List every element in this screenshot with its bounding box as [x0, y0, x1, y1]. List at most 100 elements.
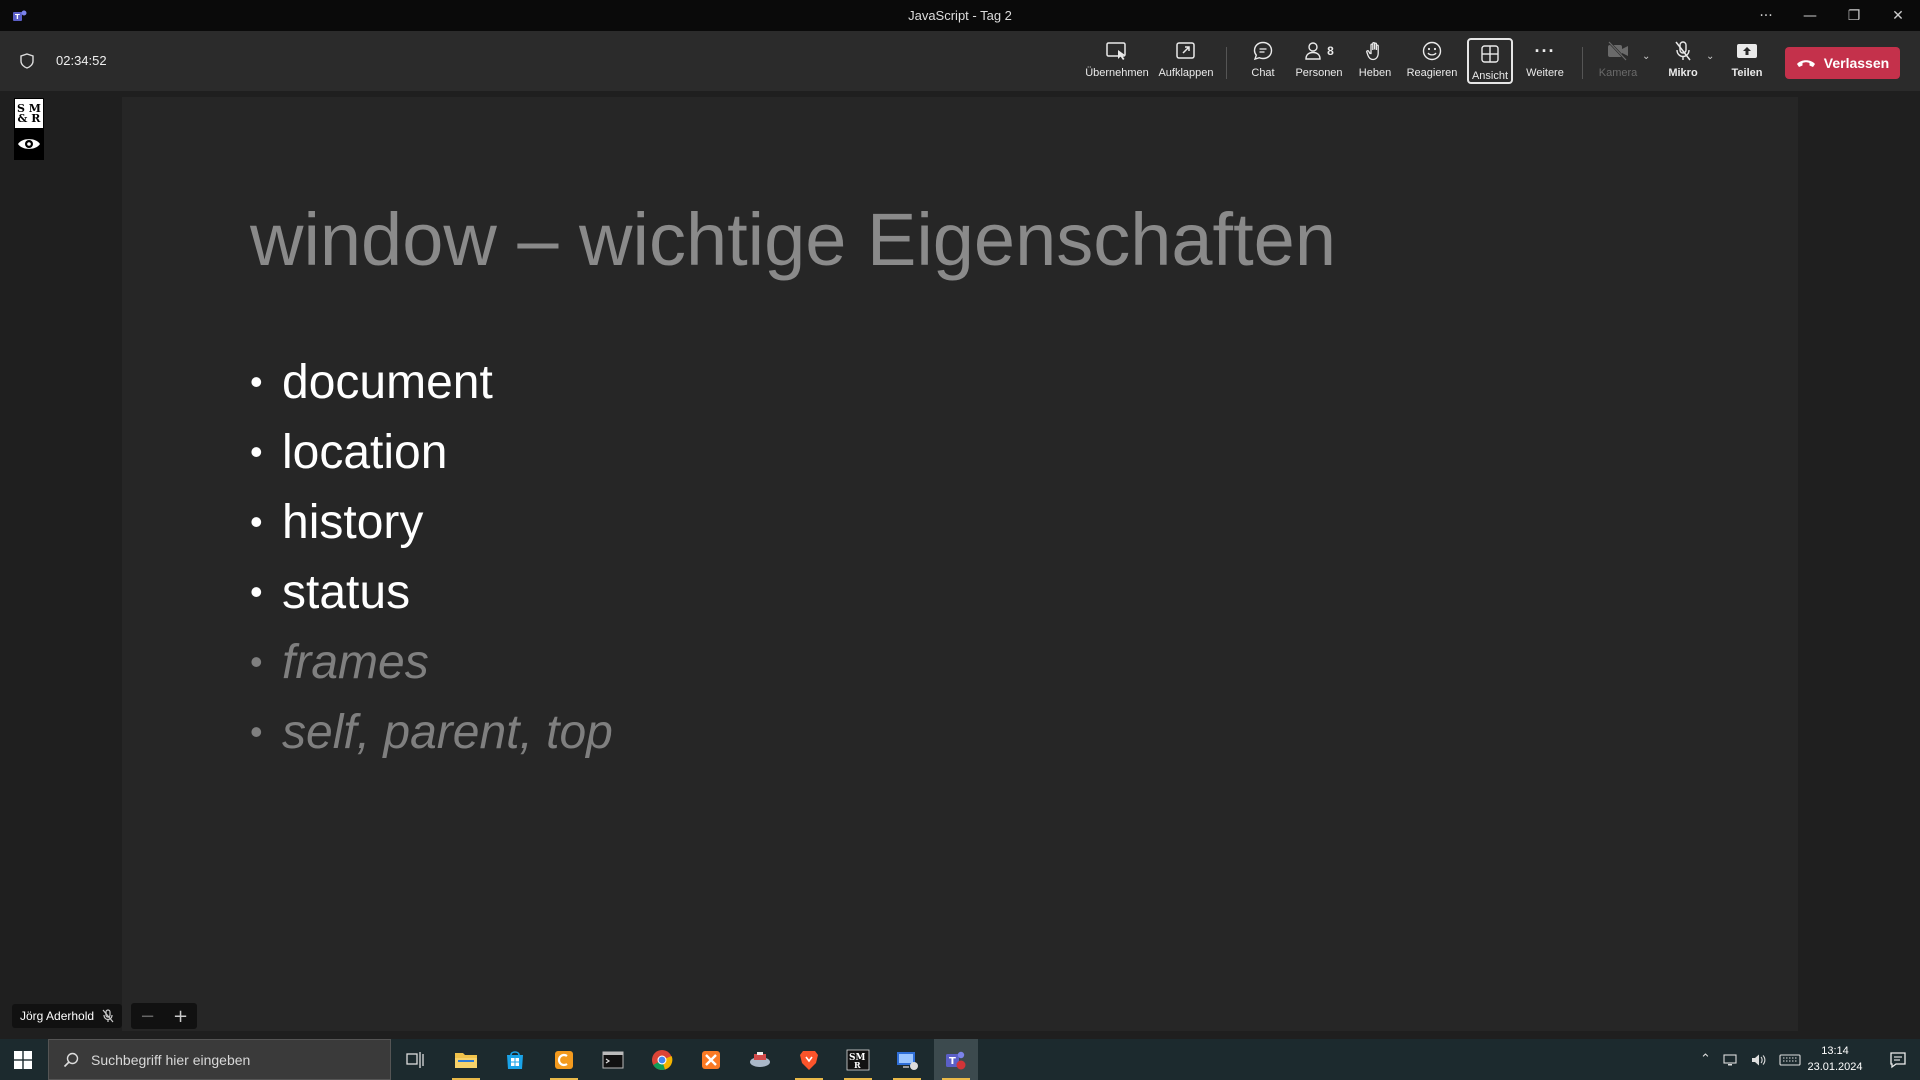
share-button[interactable]: Teilen: [1724, 37, 1770, 87]
remote-desktop-app[interactable]: [885, 1039, 929, 1080]
notification-center-button[interactable]: [1876, 1039, 1920, 1080]
raise-hand-icon: [1366, 41, 1379, 61]
window-title: JavaScript - Tag 2: [908, 8, 1012, 23]
close-button[interactable]: ✕: [1876, 0, 1920, 31]
bullet-text: document: [282, 355, 493, 409]
taskbar-search-box[interactable]: Suchbegriff hier eingeben: [48, 1039, 391, 1080]
keyboard-icon[interactable]: [1779, 1053, 1801, 1067]
slide-title: window – wichtige Eigenschaften: [250, 198, 1336, 281]
orange-app-icon: [555, 1050, 573, 1069]
xampp-app[interactable]: [689, 1039, 733, 1080]
presentation-slide: window – wichtige Eigenschaften • documen…: [122, 97, 1798, 1031]
leave-label: Verlassen: [1823, 55, 1890, 71]
task-view-button[interactable]: [394, 1039, 438, 1080]
bullet-text: history: [282, 495, 424, 549]
camera-button[interactable]: Kamera: [1594, 37, 1642, 87]
more-button[interactable]: ··· Weitere: [1522, 37, 1568, 87]
windows-logo-icon: [14, 1050, 32, 1069]
search-placeholder: Suchbegriff hier eingeben: [91, 1051, 251, 1068]
search-icon: [63, 1052, 79, 1067]
hang-up-icon: [1796, 60, 1815, 67]
slide-bullet-list: • document • location • history • status • fr…: [250, 347, 613, 767]
meeting-timer: 02:34:52: [56, 53, 107, 68]
clock-time: 13:14: [1821, 1045, 1849, 1057]
emoji-icon: [1422, 41, 1442, 61]
share-screen-icon: [1737, 44, 1757, 58]
notification-icon: [1890, 1051, 1906, 1068]
bullet-text: self, parent, top: [282, 705, 613, 759]
bullet-dot: •: [250, 431, 263, 472]
mic-button[interactable]: Mikro: [1660, 37, 1706, 87]
xampp-icon: [702, 1050, 720, 1069]
restore-button[interactable]: ❐: [1832, 0, 1876, 31]
system-tray: ⌃: [1700, 1039, 1801, 1080]
zoom-in-button[interactable]: +: [173, 1006, 188, 1027]
view-grid-icon: [1481, 45, 1499, 63]
more-dots-icon: ···: [1534, 40, 1556, 61]
orange-app[interactable]: [542, 1039, 586, 1080]
raise-hand-button[interactable]: Heben: [1352, 37, 1398, 87]
volume-icon[interactable]: [1751, 1053, 1767, 1067]
start-button[interactable]: [0, 1039, 46, 1080]
mic-off-icon: [1675, 41, 1691, 61]
brave-app[interactable]: [787, 1039, 831, 1080]
toolbar-divider: [1582, 47, 1583, 79]
microsoft-store-app[interactable]: [493, 1039, 537, 1080]
slide-bullet: • history: [250, 487, 613, 557]
mic-options-chevron-icon[interactable]: ⌄: [1706, 51, 1714, 62]
slide-bullet: • document: [250, 347, 613, 417]
react-button[interactable]: Reagieren: [1404, 37, 1460, 87]
bullet-dot: •: [250, 501, 263, 542]
view-button[interactable]: Ansicht: [1467, 38, 1513, 84]
presenter-name: Jörg Aderhold: [20, 1009, 95, 1023]
meeting-toolbar: 02:34:52 Übernehmen Aufklappen Chat 8 Pe…: [0, 31, 1920, 91]
teams-app[interactable]: T: [934, 1039, 978, 1080]
people-icon: [1305, 42, 1321, 60]
take-control-button[interactable]: Übernehmen: [1084, 37, 1150, 87]
mic-muted-icon: [102, 1009, 114, 1023]
bullet-text: location: [282, 425, 448, 479]
slide-bullet-dimmed: • self, parent, top: [250, 697, 613, 767]
windows-taskbar: Suchbegriff hier eingeben SM R T ⌃ 13:14…: [0, 1039, 1920, 1080]
terminal-icon: [602, 1051, 624, 1068]
shared-content-stage: S M & R window – wichtige Eigenschaften …: [0, 91, 1920, 1039]
zoom-out-button[interactable]: −: [140, 1006, 155, 1027]
shield-icon: [20, 53, 34, 69]
svg-text:T: T: [949, 1056, 956, 1067]
remote-desktop-icon: [897, 1051, 918, 1070]
store-icon: [507, 1050, 523, 1069]
smr-logo-icon: SMR: [846, 1049, 870, 1070]
task-view-icon: [406, 1051, 424, 1068]
svg-text:R: R: [854, 1060, 861, 1070]
network-icon[interactable]: [1723, 1053, 1739, 1067]
bullet-dot: •: [250, 711, 263, 752]
camera-off-icon: [1608, 41, 1628, 61]
smr-app[interactable]: SM R: [836, 1039, 880, 1080]
window-more-button[interactable]: ···: [1744, 0, 1788, 31]
chrome-icon: [652, 1049, 673, 1070]
taskbar-clock[interactable]: 13:14 23.01.2024: [1800, 1043, 1870, 1075]
toolbar-divider: [1226, 47, 1227, 79]
ship-app[interactable]: [738, 1039, 782, 1080]
smr-logo-text: S M & R: [15, 99, 43, 129]
bullet-dot: •: [250, 571, 263, 612]
file-explorer-app[interactable]: [444, 1039, 488, 1080]
minimize-button[interactable]: —: [1788, 0, 1832, 31]
chrome-app[interactable]: [640, 1039, 684, 1080]
eye-icon: [18, 139, 40, 149]
tray-overflow-chevron-icon[interactable]: ⌃: [1700, 1052, 1711, 1067]
slide-bullet-dimmed: • frames: [250, 627, 613, 697]
clock-date: 23.01.2024: [1807, 1061, 1863, 1073]
chat-button[interactable]: Chat: [1240, 37, 1286, 87]
people-count: 8: [1327, 44, 1334, 58]
bullet-dot: •: [250, 361, 263, 402]
zoom-control: − +: [131, 1003, 197, 1029]
pop-out-button[interactable]: Aufklappen: [1156, 37, 1216, 87]
brave-icon: [800, 1050, 818, 1070]
leave-meeting-button[interactable]: Verlassen: [1785, 47, 1900, 79]
bullet-text: frames: [282, 635, 429, 689]
camera-options-chevron-icon[interactable]: ⌄: [1642, 51, 1650, 62]
bullet-dot: •: [250, 641, 263, 682]
people-button[interactable]: 8 Personen: [1292, 37, 1346, 87]
terminal-app[interactable]: [591, 1039, 635, 1080]
